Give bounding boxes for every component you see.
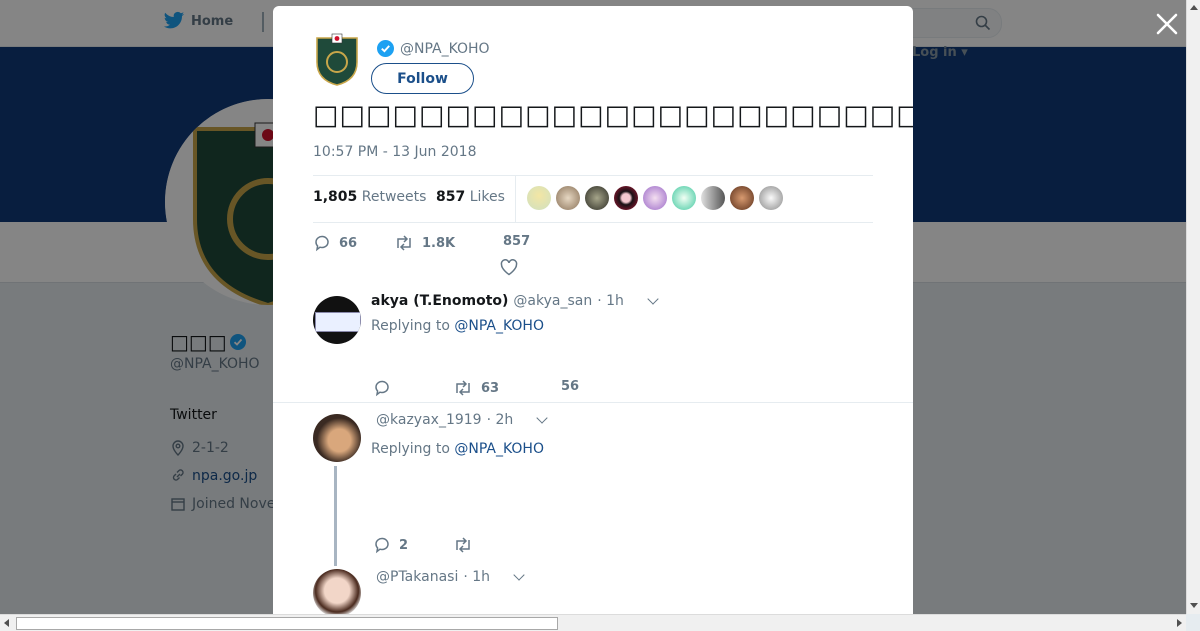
tweet-modal: @NPA_KOHO Follow □□□□□□□□□□□□□□□□□□□□□□□… [273, 6, 913, 614]
liker-avatar[interactable] [759, 186, 783, 210]
reply-tweet[interactable]: @PTakanasi · 1h [273, 563, 913, 614]
reply-header: akya (T.Enomoto) @akya_san · 1h [371, 293, 659, 309]
retweet-icon [397, 235, 411, 251]
replying-to-link[interactable]: @NPA_KOHO [454, 441, 544, 457]
like-count[interactable]: 857 [503, 234, 530, 249]
retweet-action[interactable]: 1.8K [394, 234, 455, 252]
reply-handle[interactable]: @akya_san [513, 293, 592, 309]
reply-tweet[interactable]: @kazyax_1919 · 2h Replying to @NPA_KOHO … [273, 403, 913, 566]
close-icon[interactable] [1153, 10, 1181, 38]
liker-avatar[interactable] [643, 186, 667, 210]
reply-header: @PTakanasi · 1h [371, 569, 525, 585]
reply-avatar[interactable] [313, 569, 361, 614]
replying-to: Replying to @NPA_KOHO [371, 318, 544, 334]
likes-stat[interactable]: 857 Likes [436, 189, 505, 205]
reply-icon [375, 537, 389, 554]
tweet-timestamp[interactable]: 10:57 PM - 13 Jun 2018 [313, 144, 477, 160]
scroll-right-icon[interactable] [1177, 619, 1182, 627]
reply-avatar[interactable] [313, 414, 361, 462]
reply-time[interactable]: · 1h [597, 293, 624, 309]
reply-handle[interactable]: @PTakanasi [376, 569, 458, 585]
reply-icon [375, 380, 389, 397]
reply-action[interactable]: 2 [373, 536, 408, 554]
reply-handle[interactable]: @kazyax_1919 [376, 412, 482, 428]
liker-avatar[interactable] [527, 186, 551, 210]
vertical-scrollbar[interactable] [1186, 0, 1200, 614]
scroll-left-icon[interactable] [4, 619, 9, 627]
stats-divider [515, 176, 516, 222]
reply-header: @kazyax_1919 · 2h [371, 412, 548, 428]
liker-avatar[interactable] [556, 186, 580, 210]
replying-to: Replying to @NPA_KOHO [371, 441, 544, 457]
reply-icon [315, 235, 329, 252]
retweet-action[interactable] [453, 536, 481, 554]
liker-avatar[interactable] [701, 186, 725, 210]
liker-avatar[interactable] [614, 186, 638, 210]
chevron-down-icon[interactable] [647, 293, 659, 305]
author-avatar[interactable] [313, 32, 361, 86]
reply-time[interactable]: · 2h [487, 412, 514, 428]
reply-time[interactable]: · 1h [463, 569, 490, 585]
liker-avatar[interactable] [585, 186, 609, 210]
horizontal-scroll-thumb[interactable] [16, 617, 558, 630]
heart-icon[interactable] [500, 259, 518, 276]
thread-line [334, 466, 337, 566]
retweet-action[interactable]: 63 [453, 379, 499, 397]
liker-avatars [527, 186, 783, 210]
retweet-icon [456, 537, 470, 553]
retweets-stat[interactable]: 1,805 Retweets [313, 189, 426, 205]
like-count[interactable]: 56 [561, 379, 579, 394]
liker-avatar[interactable] [672, 186, 696, 210]
tweet-text: □□□□□□□□□□□□□□□□□□□□□□□□□□□□□□□□□□□□□□□□… [313, 100, 913, 131]
reply-avatar[interactable] [313, 296, 361, 344]
reply-action[interactable]: 66 [313, 234, 357, 252]
author-header[interactable]: @NPA_KOHO [377, 40, 490, 57]
horizontal-scrollbar[interactable] [0, 614, 1186, 631]
author-handle: @NPA_KOHO [400, 40, 490, 57]
liker-avatar[interactable] [730, 186, 754, 210]
scroll-up-icon[interactable] [1190, 5, 1198, 10]
tweet-stats: 1,805 Retweets 857 Likes [313, 175, 873, 223]
replying-to-link[interactable]: @NPA_KOHO [454, 318, 544, 334]
reply-fullname[interactable]: akya (T.Enomoto) [371, 293, 508, 309]
follow-button[interactable]: Follow [371, 63, 474, 94]
chevron-down-icon[interactable] [536, 412, 548, 424]
verified-badge-icon [377, 40, 394, 57]
reply-tweet[interactable]: akya (T.Enomoto) @akya_san · 1h Replying… [273, 288, 913, 403]
retweet-icon [456, 380, 470, 396]
reply-action[interactable] [373, 379, 399, 397]
scroll-down-icon[interactable] [1190, 603, 1198, 608]
tweet-actions: 66 1.8K 857 [313, 234, 613, 278]
chevron-down-icon[interactable] [513, 569, 525, 581]
